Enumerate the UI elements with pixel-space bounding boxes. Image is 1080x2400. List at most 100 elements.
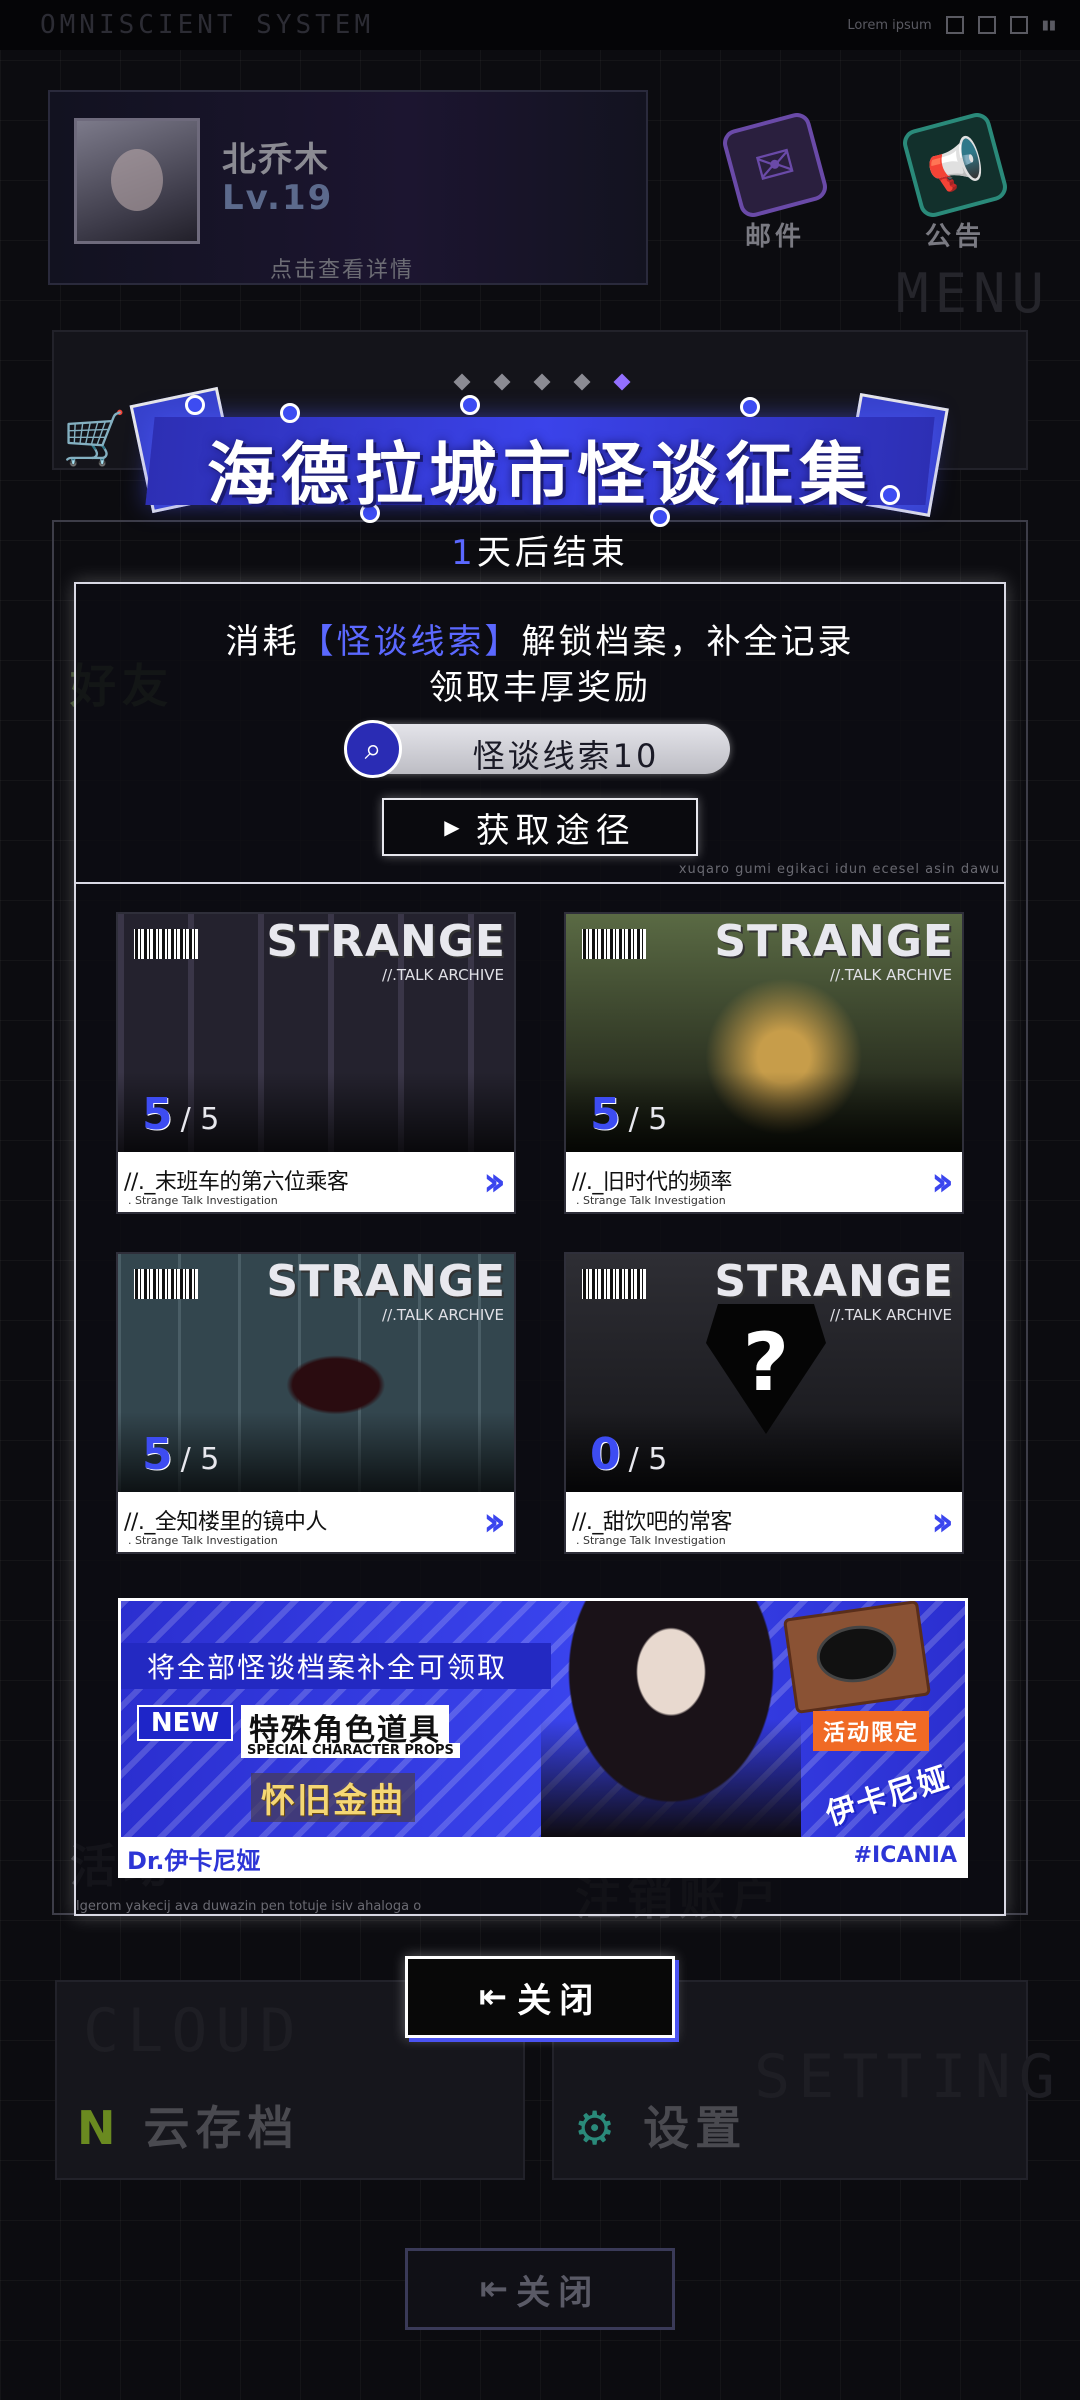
ticker-text: xuqaro gumi egikaci idun ecesel asin daw… [678,862,1000,877]
window-maximize-icon [977,16,996,34]
player-name: 北乔木 [222,140,330,180]
gear-icon: ⚙ [574,2101,622,2155]
case-badge-title: STRANGE [714,1256,954,1307]
case-badge-title: STRANGE [266,916,506,967]
reward-artwork: 将全部怪谈档案补全可领取 NEW 特殊角色道具 SPECIAL CHARACTE… [121,1601,965,1837]
clue-counter-text: 怪谈线索10 [472,737,660,775]
case-name: //._末班车的第六位乘客 [124,1170,349,1195]
case-card-locked[interactable]: STRANGE //.TALK ARCHIVE ? 0/ 5 //._甜饮吧的常… [564,1252,964,1554]
setting-watermark: SETTING [754,2042,1063,2112]
decor-node [185,395,205,415]
case-badge-subtitle: //.TALK ARCHIVE [830,1306,952,1324]
countdown-label: 天后结束 [476,533,629,573]
case-badge-subtitle: //.TALK ARCHIVE [382,966,504,984]
shopping-cart-icon[interactable]: 🛒 [62,408,127,469]
case-badge-subtitle: //.TALK ARCHIVE [830,966,952,984]
event-countdown: 1天后结束 [0,525,1080,574]
player-level: Lv.19 [222,178,334,218]
case-subtitle: . Strange Talk Investigation [576,1194,726,1207]
case-card-subway[interactable]: STRANGE //.TALK ARCHIVE 5/ 5 //._末班车的第六位… [116,912,516,1214]
event-title: 海德拉城市怪谈征集 [206,436,873,515]
notice-button[interactable]: 📢 公告 [890,109,1020,260]
cloud-save-label: N 云存档 [77,2101,300,2155]
clue-counter: ⌕ 怪谈线索10 [344,720,730,778]
background-close-button: ⇤ 关闭 [405,2248,675,2330]
limited-tag: 活动限定 [812,1711,929,1751]
status-bar-right: Lorem ipsum ▮▮ [847,16,1056,34]
barcode-icon [574,1262,654,1306]
reward-headline: 将全部怪谈档案补全可领取 [121,1643,551,1689]
case-progress: 5/ 5 [142,1429,220,1480]
barcode-icon [126,922,206,966]
notice-label: 公告 [924,222,985,252]
carousel-indicator [453,373,631,391]
reward-footer: Dr.伊卡尼娅 #ICANIA [121,1837,965,1875]
double-chevron-right-icon: ›› [483,1159,506,1205]
status-bar: OMNISCIENT SYSTEM Lorem ipsum ▮▮ [0,0,1080,50]
play-triangle-icon: ▶ [444,815,466,839]
settings-label: ⚙ 设置 [574,2101,748,2155]
double-chevron-right-icon: ›› [931,1499,954,1545]
double-chevron-right-icon: ›› [483,1499,506,1545]
carousel-dot[interactable] [573,373,591,391]
case-card-radio[interactable]: STRANGE //.TALK ARCHIVE 5/ 5 //._旧时代的频率 … [564,912,964,1214]
player-profile-card[interactable]: 北乔木 Lv.19 点击查看详情 [48,90,648,285]
character-hashtag: #ICANIA [853,1843,957,1868]
countdown-days: 1 [451,533,477,573]
megaphone-icon: 📢 [899,109,1011,221]
case-subtitle: . Strange Talk Investigation [128,1534,278,1547]
carousel-dot[interactable] [493,373,511,391]
case-name: //._全知楼里的镜中人 [124,1510,327,1535]
profile-detail-hint: 点击查看详情 [270,258,415,283]
case-name: //._甜饮吧的常客 [572,1510,732,1535]
case-footer: //._旧时代的频率 . Strange Talk Investigation … [566,1152,962,1212]
case-image: STRANGE //.TALK ARCHIVE ? 0/ 5 [566,1254,962,1492]
carousel-dot-active[interactable] [613,373,631,391]
window-minimize-icon [945,16,964,34]
case-footer: //._末班车的第六位乘客 . Strange Talk Investigati… [118,1152,514,1212]
event-title-banner: 海德拉城市怪谈征集 [129,386,950,527]
barcode-icon [574,922,654,966]
carousel-dot[interactable] [453,373,471,391]
reward-item-name: 怀旧金曲 [251,1773,415,1822]
case-image: STRANGE //.TALK ARCHIVE 5/ 5 [118,914,514,1152]
cloud-watermark: CLOUD [83,1996,304,2066]
double-chevron-right-icon: ›› [931,1159,954,1205]
case-name: //._旧时代的频率 [572,1170,732,1195]
case-badge-title: STRANGE [714,916,954,967]
exit-icon: ⇤ [478,1977,508,2017]
reward-type-en: SPECIAL CHARACTER PROPS [241,1743,460,1758]
close-button[interactable]: ⇤ 关闭 [405,1956,675,2038]
mail-button[interactable]: ✉ 邮件 [710,109,840,260]
case-footer: //._甜饮吧的常客 . Strange Talk Investigation … [566,1492,962,1552]
case-progress: 0/ 5 [590,1429,668,1480]
case-progress: 5/ 5 [590,1089,668,1140]
clue-highlight: 【怪谈线索】 [299,622,522,662]
event-description-line2: 领取丰厚奖励 [429,668,651,708]
decor-node [460,395,480,415]
record-player-icon [782,1601,932,1714]
case-badge-title: STRANGE [266,1256,506,1307]
case-subtitle: . Strange Talk Investigation [128,1194,278,1207]
exit-icon: ⇤ [479,2269,509,2309]
case-badge-subtitle: //.TALK ARCHIVE [382,1306,504,1324]
acquire-method-button[interactable]: ▶ 获取途径 [382,798,698,856]
event-description: 消耗【怪谈线索】解锁档案，补全记录 [225,622,855,662]
character-portrait [541,1601,801,1837]
case-progress: 5/ 5 [142,1089,220,1140]
avatar [74,118,200,244]
mail-label: 邮件 [744,222,805,252]
menu-watermark: MENU [895,262,1050,325]
case-image: STRANGE //.TALK ARCHIVE 5/ 5 [118,1254,514,1492]
system-title: OMNISCIENT SYSTEM [40,10,375,40]
panel-divider [76,882,1004,884]
cloud-save-icon: N [77,2101,122,2155]
reward-banner[interactable]: 将全部怪谈档案补全可领取 NEW 特殊角色道具 SPECIAL CHARACTE… [118,1598,968,1878]
battery-icon: ▮▮ [1041,17,1056,33]
mail-icon: ✉ [719,109,831,221]
magnifier-icon: ⌕ [344,720,402,778]
case-card-office[interactable]: STRANGE //.TALK ARCHIVE 5/ 5 //._全知楼里的镜中… [116,1252,516,1554]
carousel-dot[interactable] [533,373,551,391]
case-footer: //._全知楼里的镜中人 . Strange Talk Investigatio… [118,1492,514,1552]
decor-node [740,397,760,417]
